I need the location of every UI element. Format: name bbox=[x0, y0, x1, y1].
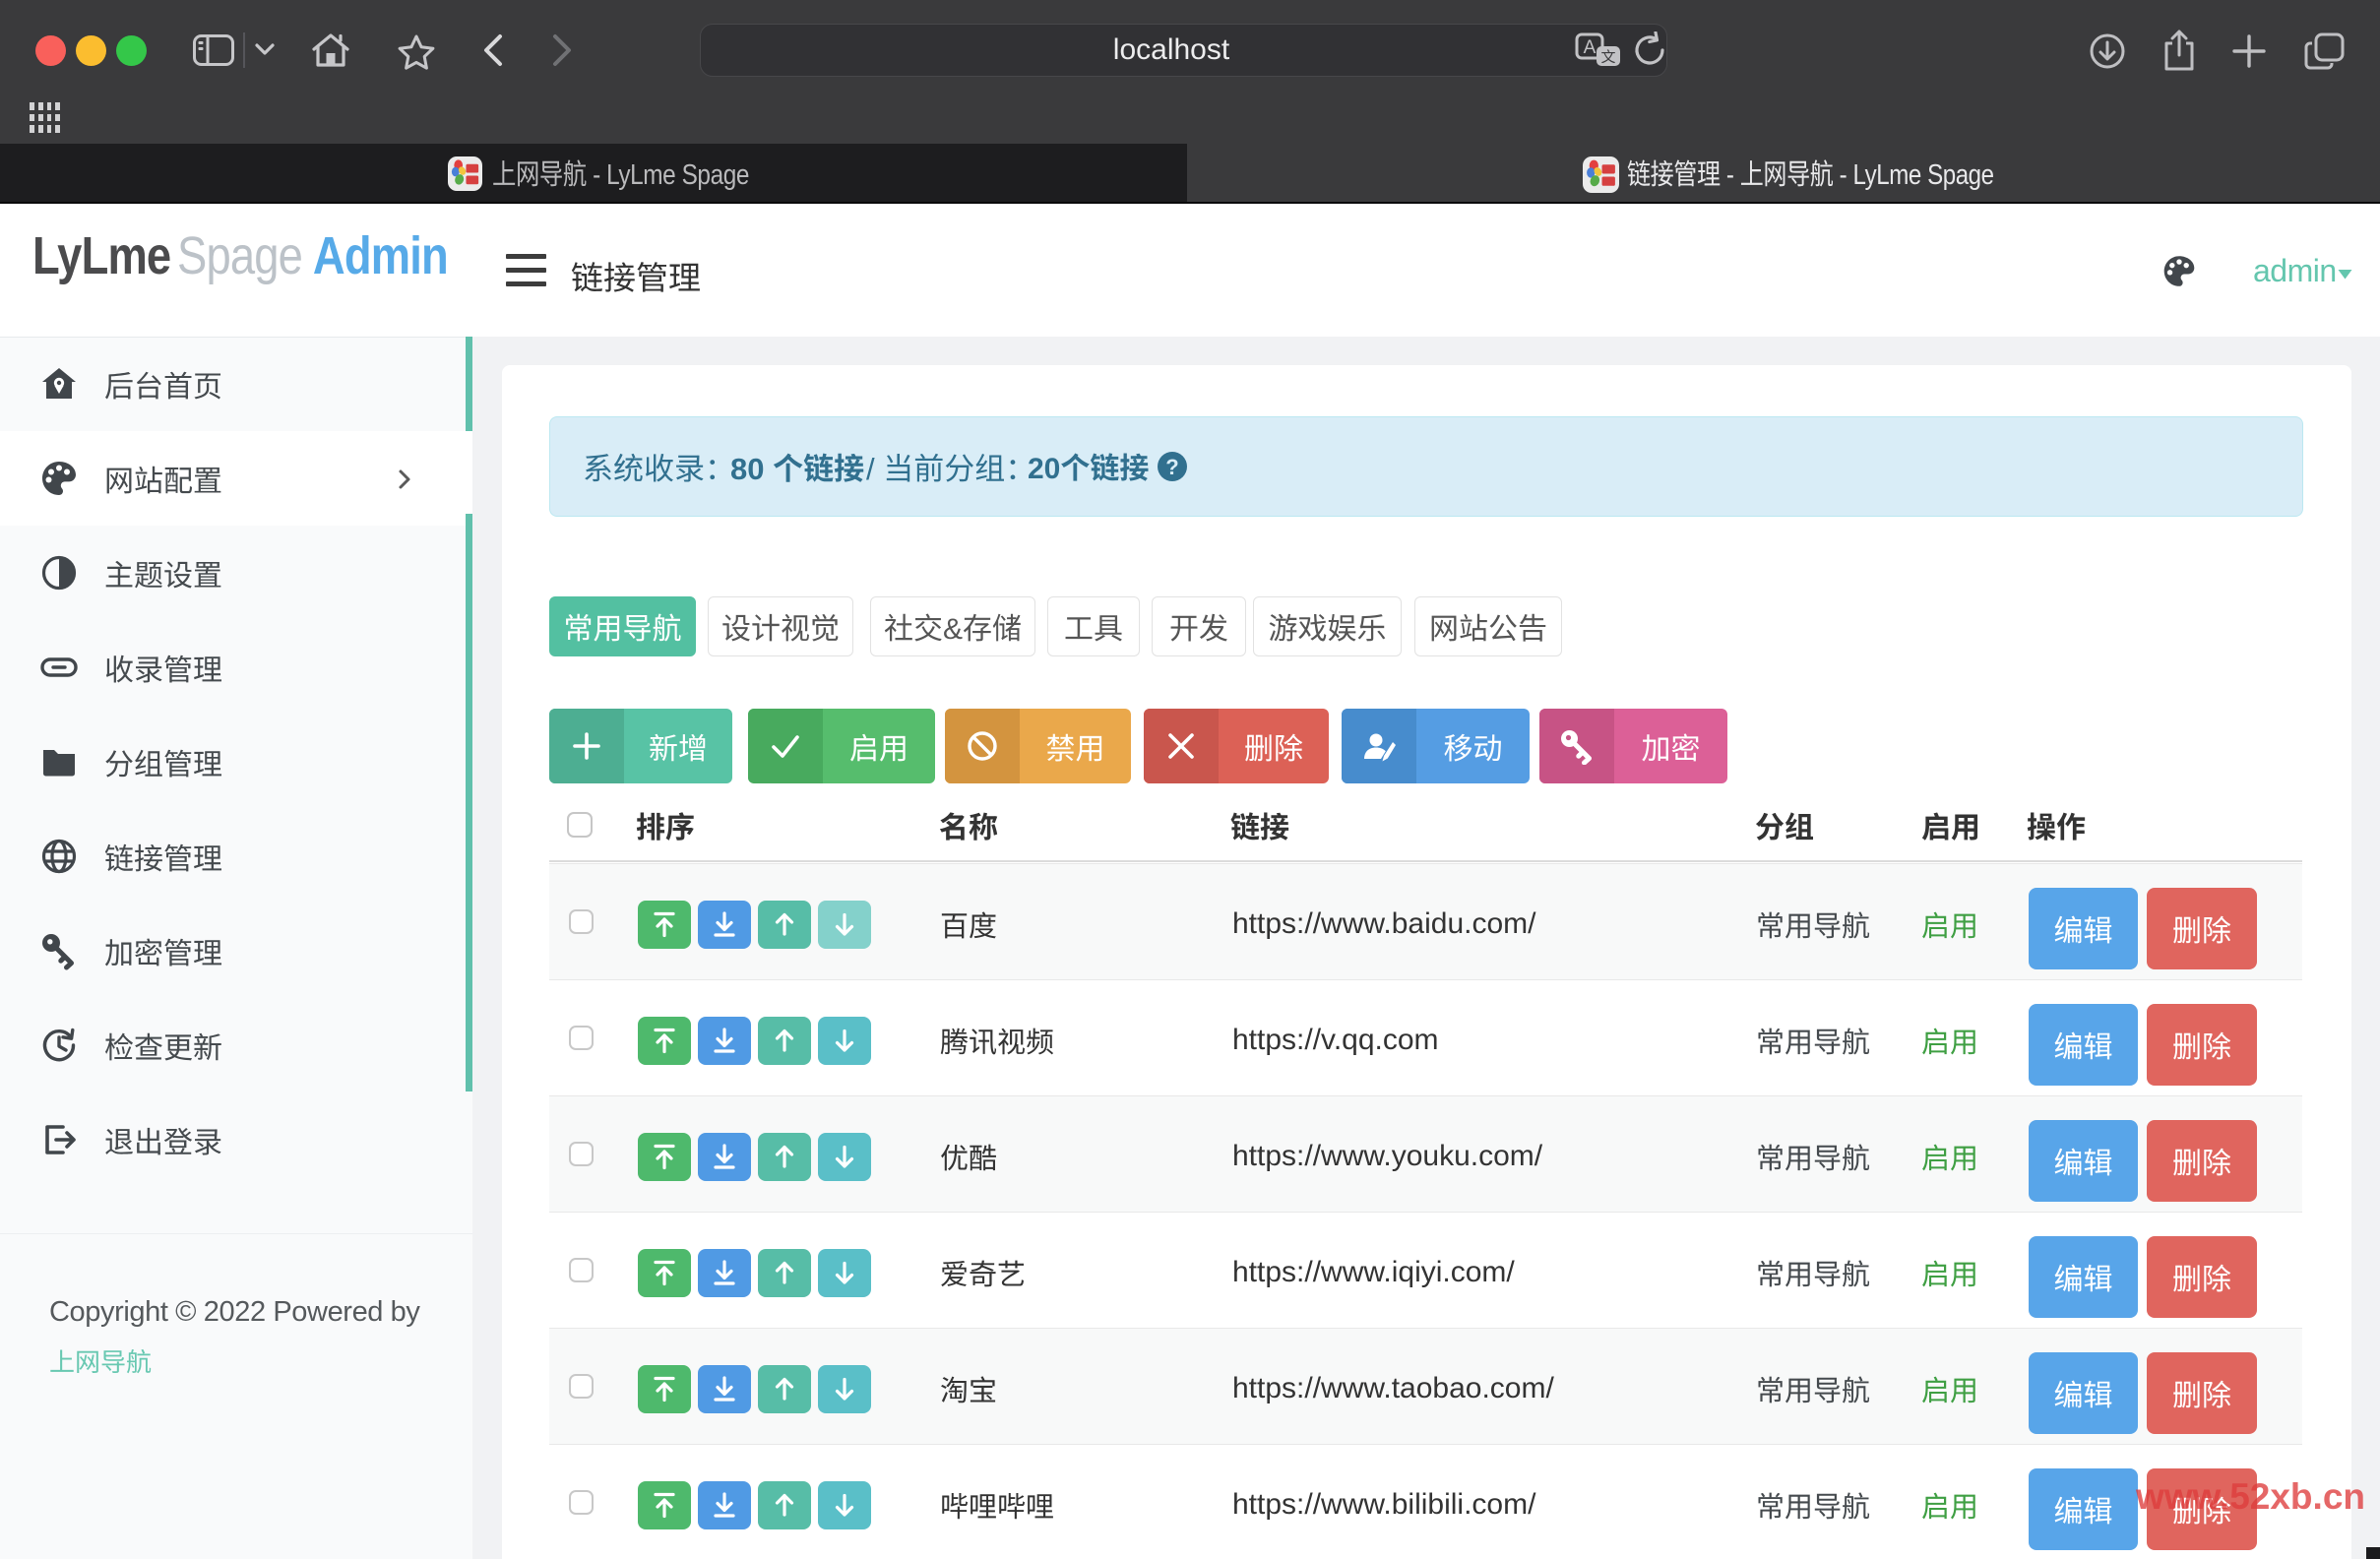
svg-text:A: A bbox=[1584, 37, 1597, 58]
svg-text:文: 文 bbox=[1600, 46, 1615, 67]
